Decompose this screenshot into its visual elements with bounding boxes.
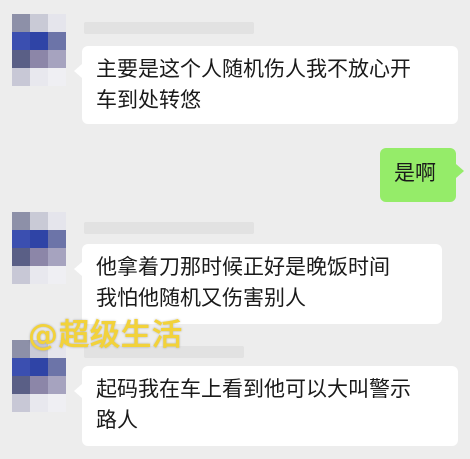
message-bubble-2[interactable]: 是啊 [380,148,464,202]
chat-screen: { "messages": [ {"side":"in", "text":"主要… [0,0,470,459]
message-bubble-4[interactable]: 起码我在车上看到他可以大叫警示 路人 [74,366,458,446]
sender-name-redacted [84,22,254,34]
sender-avatar[interactable] [12,14,66,86]
watermark-text: @超级生活 [28,318,183,353]
sender-name-redacted [84,222,254,234]
message-bubble-1[interactable]: 主要是这个人随机伤人我不放心开 车到处转悠 [74,46,458,124]
sender-avatar[interactable] [12,212,66,284]
